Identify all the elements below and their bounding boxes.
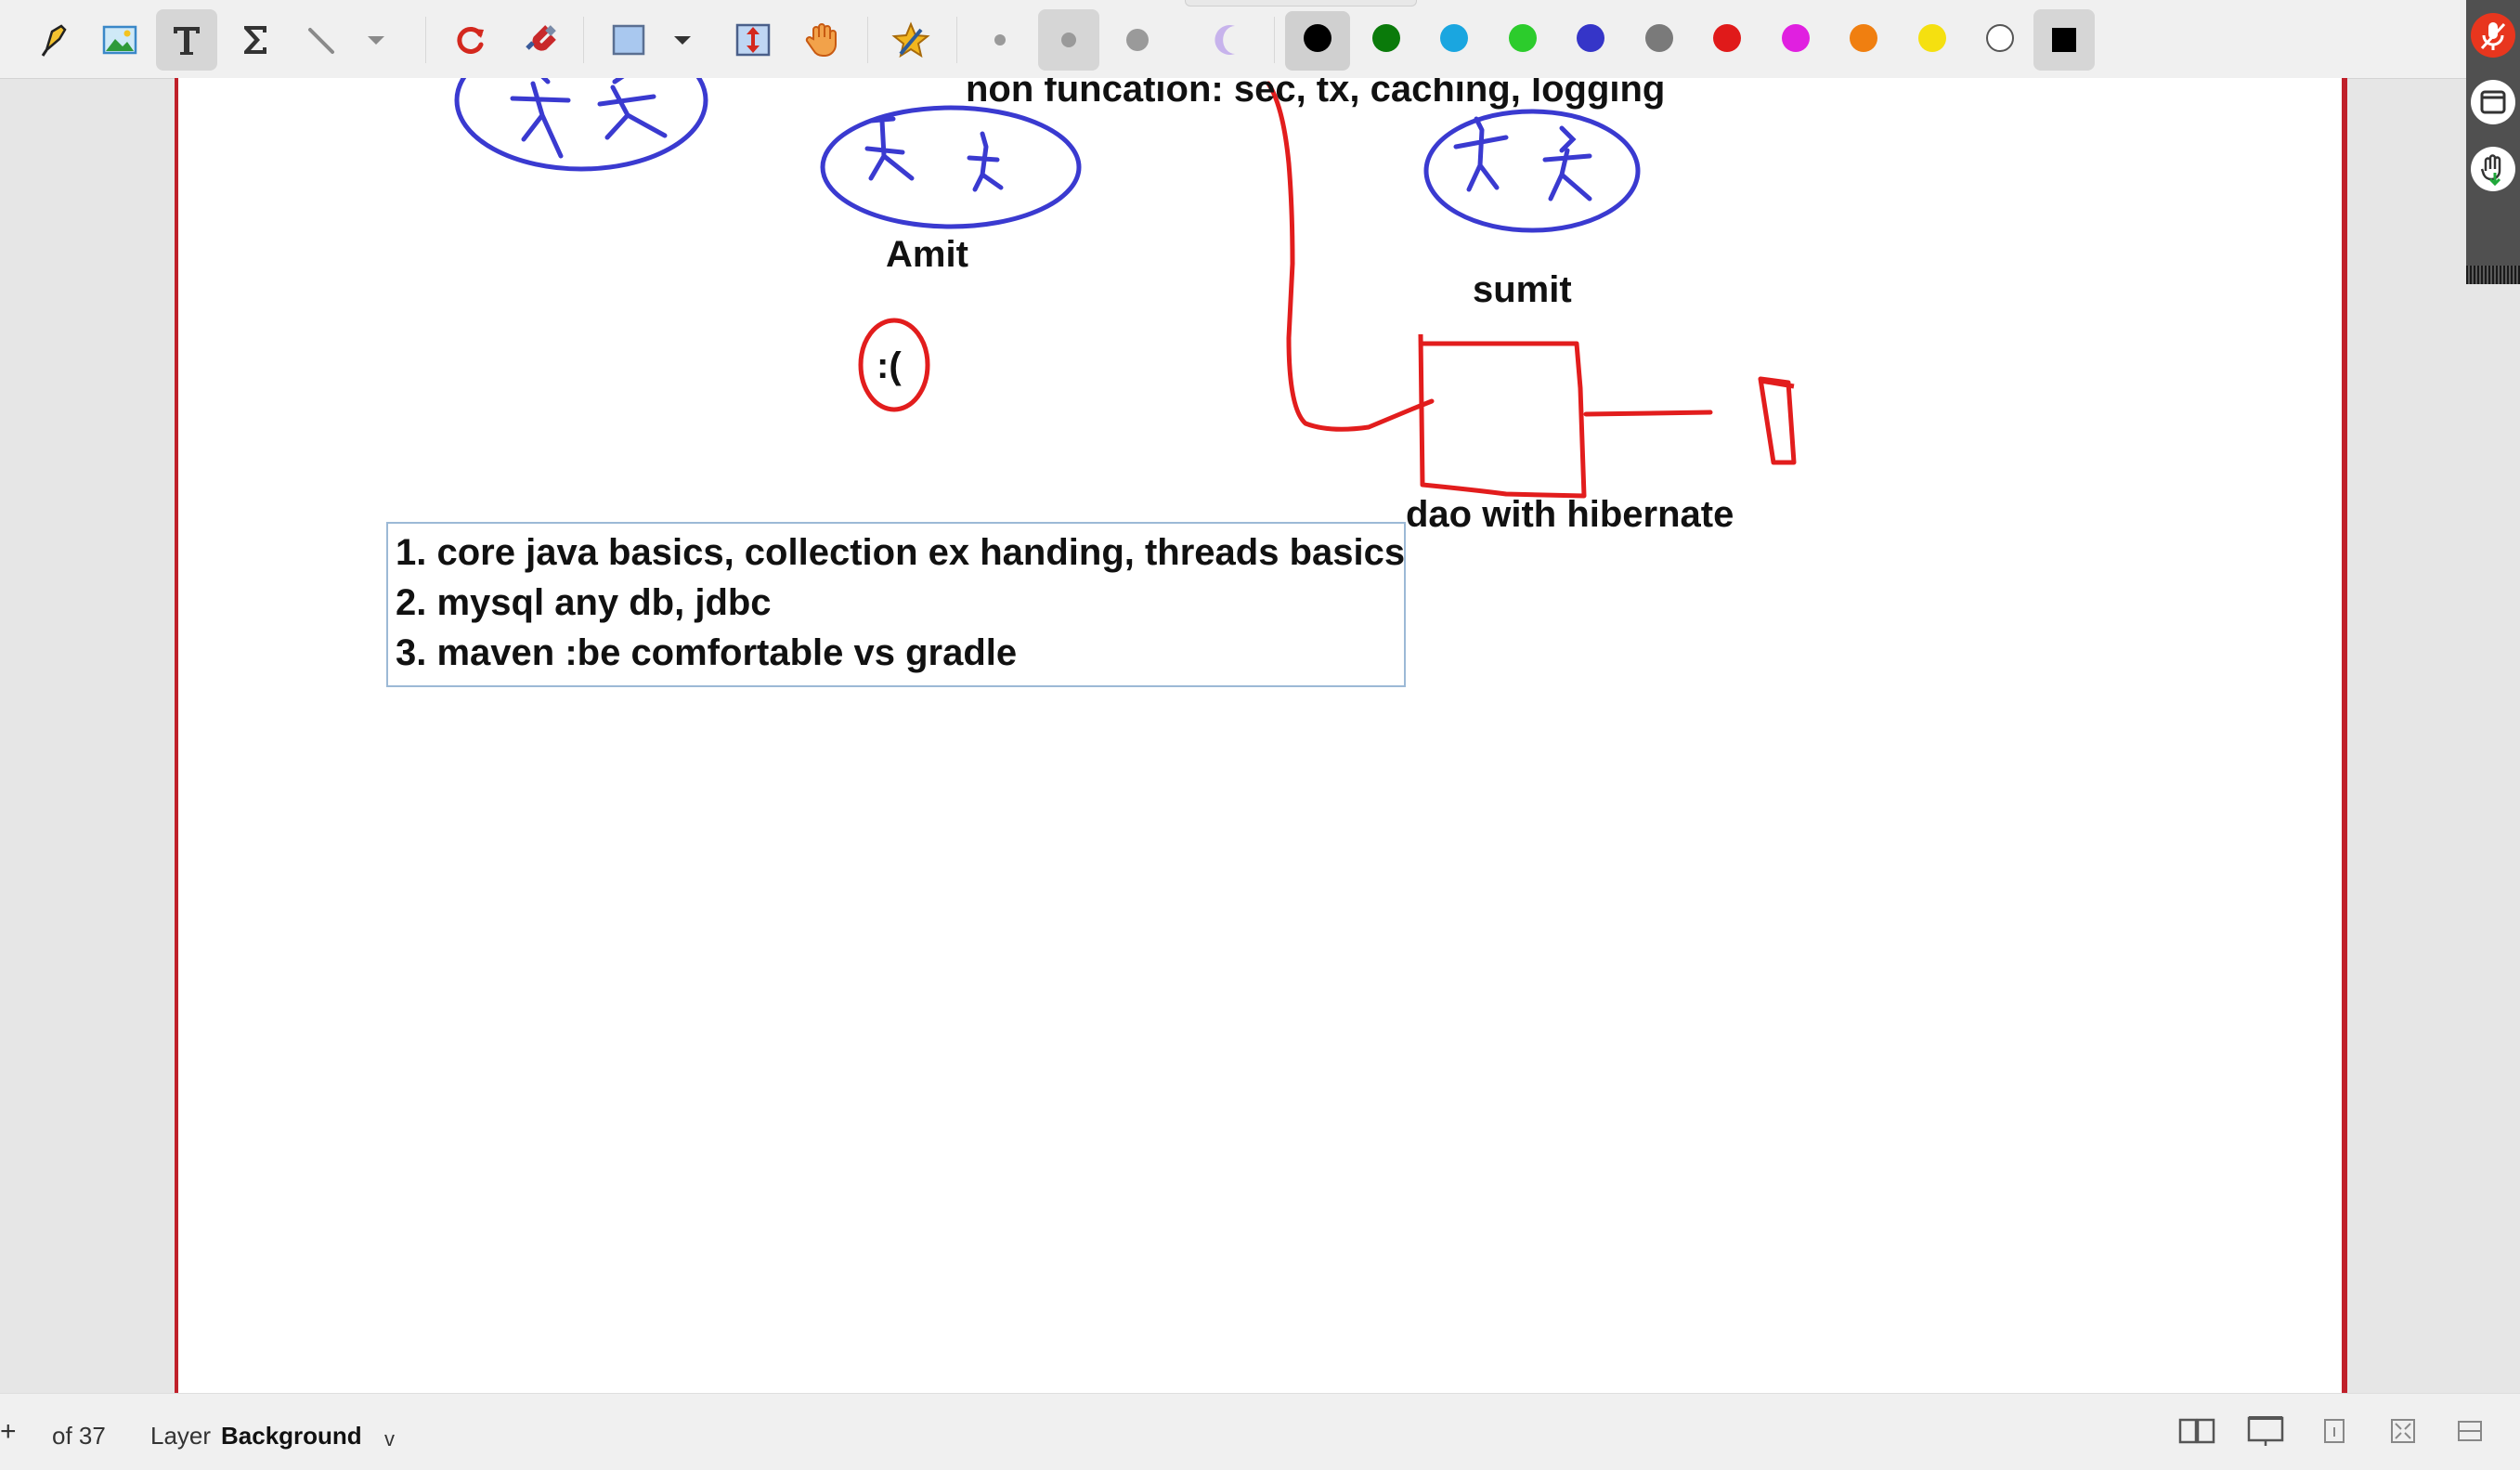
eraser-color-button[interactable] [1198,9,1259,71]
fill-square-icon [2052,28,2076,52]
label-sad-face[interactable]: :( [877,347,902,384]
blue-ellipse-amit [820,105,1082,229]
label-sumit[interactable]: sumit [1473,271,1572,308]
sigma-icon [244,26,266,54]
small-dot-icon [994,34,1006,46]
highlighter-icon [41,24,67,57]
two-page-view-button[interactable] [2176,1412,2217,1450]
add-page-plus[interactable]: + [0,1416,17,1448]
stick-figure [864,116,1004,192]
text-icon [174,27,200,55]
page-zoom-icon [2324,1419,2345,1443]
pen-size-medium-button[interactable] [1038,9,1099,71]
toolbar-divider [425,17,426,63]
color-swatch-green[interactable] [1372,24,1400,52]
highlighter-tool-button[interactable] [24,9,85,71]
crescent-icon [1215,25,1235,55]
presentation-icon [2247,1416,2284,1446]
text-line[interactable]: 2. mysql any db, jdbc [396,578,1396,628]
hand-icon [805,23,837,57]
label-dao[interactable]: dao with hibernate [1406,496,1734,533]
presentation-mode-button[interactable] [2245,1412,2286,1450]
hand-download-icon [2480,154,2501,187]
text-tool-button[interactable] [156,9,217,71]
ink-drawing-layer[interactable] [178,78,2342,1393]
chevron-down-icon [674,36,691,45]
status-bar: + of 37 Layer Background v [0,1393,2520,1470]
hand-raise-button[interactable] [2471,147,2515,191]
toolbar-divider [1274,17,1275,63]
panel-grip[interactable] [2466,266,2520,284]
sidebar-toggle-button[interactable] [2449,1412,2490,1450]
image-icon [102,25,137,55]
stick-figure [1453,116,1592,202]
right-side-panel [2466,0,2520,284]
text-line[interactable]: 3. maven :be comfortable vs gradle [396,628,1396,678]
label-amit[interactable]: Amit [886,236,968,273]
color-swatch-yellow[interactable] [1918,24,1946,52]
document-page[interactable]: non funcation: sec, tx, caching, logging… [178,78,2342,1393]
formula-tool-button[interactable] [225,9,286,71]
large-dot-icon [1126,29,1149,51]
toolbar-divider [956,17,957,63]
color-swatch-lime[interactable] [1509,24,1537,52]
line-icon [308,28,334,54]
color-swatch-magenta[interactable] [1782,24,1810,52]
fill-color-button[interactable] [2033,9,2095,71]
favorites-tool-button[interactable] [880,9,942,71]
toolbar-divider [867,17,868,63]
heading-text[interactable]: non funcation: sec, tx, caching, logging [966,78,1665,108]
rotate-arrows-icon [457,27,484,54]
magnet-tool-button[interactable] [507,9,568,71]
color-swatch-gray[interactable] [1645,24,1673,52]
layer-value[interactable]: Background [221,1422,362,1450]
stick-figure [510,78,668,159]
color-swatch-white[interactable] [1986,24,2014,52]
requirements-text-box[interactable]: 1. core java basics, collection ex handi… [386,522,1406,687]
fullscreen-icon [2391,1419,2415,1443]
layer-label: Layer [150,1422,212,1450]
color-swatch-red[interactable] [1713,24,1741,52]
rectangle-shape-icon [612,24,645,56]
color-swatch-blue[interactable] [1577,24,1604,52]
red-box [1418,333,1587,499]
line-tool-button[interactable] [292,9,353,71]
pen-size-large-button[interactable] [1107,9,1168,71]
page-count: of 37 [52,1422,106,1450]
text-line[interactable]: 1. core java basics, collection ex handi… [396,527,1405,578]
panel-icon [2458,1421,2482,1441]
two-pages-icon [2178,1418,2215,1444]
shape-options-dropdown[interactable] [661,9,704,71]
color-swatch-cyan[interactable] [1440,24,1468,52]
medium-dot-icon [1061,33,1076,47]
record-audio-button[interactable] [2471,13,2515,58]
toolbar-tab-handle[interactable] [1185,0,1417,7]
vertical-space-icon [735,23,771,57]
red-connector-line [1266,81,1435,432]
layer-dropdown-chevron[interactable]: v [384,1427,395,1451]
star-pen-icon [891,21,930,59]
vertical-space-tool-button[interactable] [722,9,784,71]
image-tool-button[interactable] [89,9,150,71]
window-button[interactable] [2471,80,2515,124]
color-swatch-black[interactable] [1304,24,1331,52]
undo-redo-tool-button[interactable] [440,9,501,71]
chevron-down-icon [368,36,384,45]
red-db-shape [1758,376,1797,465]
magnet-icon [526,25,556,51]
blue-ellipse-group-left [454,78,708,172]
window-icon [2480,90,2506,114]
color-swatch-orange[interactable] [1850,24,1877,52]
hand-tool-button[interactable] [791,9,852,71]
fullscreen-button[interactable] [2383,1412,2423,1450]
toolbar-divider [583,17,584,63]
blue-ellipse-sumit [1423,109,1641,233]
main-toolbar [0,0,2466,79]
red-link-line [1583,410,1713,417]
pen-size-small-button[interactable] [969,9,1031,71]
line-options-dropdown[interactable] [355,9,397,71]
shape-tool-button[interactable] [598,9,659,71]
zoom-fit-page-button[interactable] [2314,1412,2355,1450]
microphone-off-icon [2480,22,2506,50]
